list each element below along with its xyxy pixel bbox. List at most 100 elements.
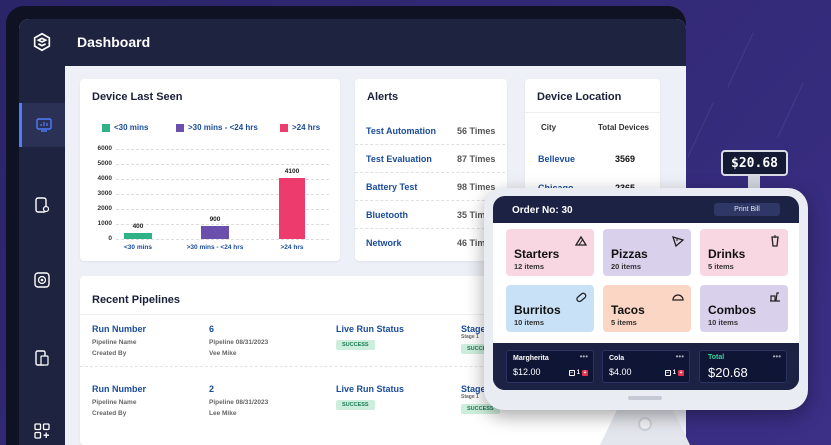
- stage-name: Stage 1: [461, 394, 479, 400]
- monitor-icon: [35, 118, 52, 132]
- category-count: 10 items: [514, 318, 545, 327]
- y-tick-label: 5000: [97, 160, 112, 167]
- y-tick-label: 3000: [97, 190, 112, 197]
- bar[interactable]: [201, 225, 229, 239]
- device-last-seen-card: Device Last Seen <30 mins >30 mins - <24…: [80, 79, 340, 261]
- order-number: Order No: 30: [512, 205, 573, 216]
- tablet-add-icon: [35, 197, 49, 213]
- minus-icon[interactable]: −: [664, 370, 671, 376]
- more-icon[interactable]: •••: [580, 352, 588, 361]
- more-icon[interactable]: •••: [773, 352, 781, 361]
- category-tile[interactable]: Starters 12 items: [506, 229, 594, 276]
- created-by-label: Created By: [92, 350, 127, 357]
- pos-header: Order No: 30 Print Bill: [493, 196, 799, 222]
- app-logo-icon[interactable]: [31, 31, 53, 53]
- gridline: [116, 164, 329, 165]
- category-tile[interactable]: Burritos 10 items: [506, 285, 594, 332]
- quantity-stepper[interactable]: − 1 +: [568, 370, 588, 376]
- bar-value-label: 400: [132, 223, 144, 230]
- alert-row[interactable]: Battery Test 98 Times: [355, 173, 505, 201]
- alert-name[interactable]: Test Evaluation: [366, 154, 432, 164]
- plus-icon[interactable]: +: [582, 370, 588, 376]
- alert-row[interactable]: Network 46 Tim: [355, 229, 505, 257]
- category-name: Starters: [514, 247, 560, 261]
- sidebar-item-camera[interactable]: [30, 268, 54, 292]
- y-tick-label: 1000: [97, 220, 112, 227]
- category-tile[interactable]: Drinks 5 items: [700, 229, 788, 276]
- location-count: 3569: [615, 154, 636, 164]
- more-icon[interactable]: •••: [676, 352, 684, 361]
- creator-name: Lee Mike: [209, 410, 237, 417]
- legend-item[interactable]: <30 mins: [102, 123, 148, 132]
- sidebar-item-apps[interactable]: [30, 346, 54, 370]
- pipeline-name-label: Pipeline Name: [92, 399, 137, 406]
- alert-count: 46 Tim: [457, 238, 486, 248]
- y-tick-label: 4000: [97, 175, 112, 182]
- category-tile[interactable]: Tacos 5 items: [603, 285, 691, 332]
- legend-item[interactable]: >30 mins - <24 hrs: [176, 123, 258, 132]
- devices-icon: [35, 350, 49, 366]
- alert-count: 35 Tim: [457, 210, 486, 220]
- alert-row[interactable]: Test Automation 56 Times: [355, 117, 505, 145]
- gridline: [116, 149, 329, 150]
- legend-item[interactable]: >24 hrs: [280, 123, 320, 132]
- card-title: Alerts: [367, 91, 399, 103]
- y-tick-label: 6000: [97, 145, 112, 152]
- pos-port: [628, 396, 662, 400]
- quantity-stepper[interactable]: − 1 +: [664, 370, 684, 376]
- alert-count: 56 Times: [457, 126, 496, 136]
- menu-categories: Starters 12 items Pizzas 20 items Drinks 5 it…: [493, 223, 799, 343]
- cart-bar: Margherita $12.00 ••• − 1 + Cola $4.00 •…: [493, 343, 799, 390]
- sidebar-item-devices[interactable]: [30, 193, 54, 217]
- category-count: 12 items: [514, 262, 545, 271]
- run-number[interactable]: 2: [209, 384, 214, 394]
- sidebar: [19, 66, 65, 445]
- alert-name[interactable]: Bluetooth: [366, 210, 408, 220]
- category-count: 10 items: [708, 318, 739, 327]
- cart-item[interactable]: Cola $4.00 ••• − 1 +: [602, 350, 690, 383]
- category-name: Drinks: [708, 247, 746, 261]
- bar-value-label: 900: [209, 215, 221, 223]
- y-tick-label: 2000: [97, 205, 112, 212]
- sidebar-item-monitor[interactable]: [19, 103, 65, 147]
- category-name: Combos: [708, 303, 756, 317]
- pipeline-name-label: Pipeline Name: [92, 339, 137, 346]
- total-value: $20.68: [708, 365, 748, 380]
- alert-name[interactable]: Battery Test: [366, 182, 417, 192]
- price-tag: $20.68: [721, 150, 788, 176]
- live-run-status-label: Live Run Status: [336, 324, 405, 334]
- category-name: Pizzas: [611, 247, 648, 261]
- category-tile[interactable]: Combos 10 items: [700, 285, 788, 332]
- category-count: 5 items: [708, 262, 734, 271]
- bar[interactable]: [124, 233, 152, 239]
- status-badge: SUCCESS: [336, 340, 375, 350]
- cart-item[interactable]: Margherita $12.00 ••• − 1 +: [506, 350, 594, 383]
- alert-row[interactable]: Test Evaluation 87 Times: [355, 145, 505, 173]
- category-name: Burritos: [514, 303, 561, 317]
- cup-icon: [771, 235, 779, 247]
- print-bill-button[interactable]: Print Bill: [714, 203, 780, 216]
- stage-name: Stage 1: [461, 334, 479, 340]
- column-header: City: [541, 123, 557, 132]
- run-number-label: Run Number: [92, 384, 146, 394]
- status-badge: SUCCESS: [336, 400, 375, 410]
- pizza-icon: [671, 236, 685, 248]
- x-tick-label: <30 mins: [123, 244, 152, 251]
- card-title: Recent Pipelines: [92, 294, 181, 306]
- grid-add-icon: [34, 423, 50, 439]
- live-run-status-label: Live Run Status: [336, 384, 405, 394]
- gridline: [116, 239, 329, 240]
- card-title: Device Last Seen: [92, 91, 183, 103]
- alert-name[interactable]: Network: [366, 238, 402, 248]
- alert-name[interactable]: Test Automation: [366, 126, 436, 136]
- alert-row[interactable]: Bluetooth 35 Tim: [355, 201, 505, 229]
- sidebar-item-grid[interactable]: [30, 419, 54, 443]
- bar[interactable]: [279, 177, 305, 239]
- category-tile[interactable]: Pizzas 20 items: [603, 229, 691, 276]
- run-number[interactable]: 6: [209, 324, 214, 334]
- plus-icon[interactable]: +: [678, 370, 684, 376]
- y-tick-label: 0: [108, 235, 112, 242]
- minus-icon[interactable]: −: [568, 370, 575, 376]
- total-label: Total: [708, 354, 725, 361]
- location-city[interactable]: Bellevue: [538, 154, 575, 164]
